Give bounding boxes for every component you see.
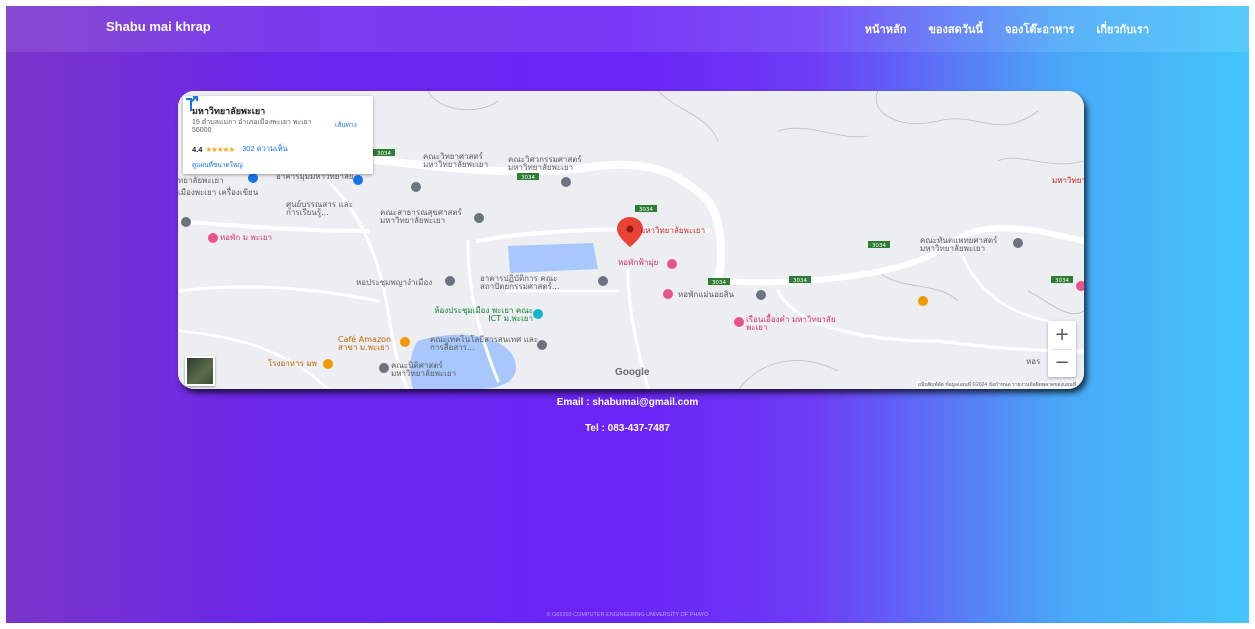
poi-label: หอพักฟ้ามุ่ย — [618, 258, 659, 267]
road-number-label: 3034 — [793, 278, 807, 284]
poi-label: คณะนิติศาสตร์ มหาวิทยาลัยพะเยา — [391, 361, 457, 378]
school-pin-icon — [445, 276, 455, 286]
zoom-in-button[interactable]: + — [1048, 321, 1076, 349]
poi-label: อาคารปฏิบัติการ คณะ สถาปัตยกรรมศาสตร์... — [480, 274, 560, 291]
poi-label: โรงอาหาร มพ — [268, 359, 317, 368]
school-pin-icon — [561, 177, 571, 187]
directions-label[interactable]: เส้นทาง — [335, 120, 357, 130]
poi-label: ห้องประชุมเมือง พะเยา คณะ ICT ม.พะเยา — [434, 306, 533, 323]
poi-label: คณะทันตแพทยศาสตร์ มหาวิทยาลัยพะเยา — [920, 236, 998, 253]
school-pin-icon — [411, 182, 421, 192]
lodging-pin-icon — [667, 259, 677, 269]
poi-label: คณะวิศวกรรมศาสตร์ มหาวิทยาลัยพะเยา — [508, 155, 582, 172]
school-pin-icon — [756, 290, 766, 300]
poi-label: หอพักแม่นอยสิน — [678, 290, 734, 299]
school-pin-icon — [474, 213, 484, 223]
road-number-label: 3034 — [639, 207, 653, 213]
road-number-label: 3034 — [1055, 278, 1069, 284]
embedded-map[interactable]: 3034 3034 3034 3034 3034 3034 3034 มหาวิ… — [178, 91, 1084, 389]
nav-link-fresh-today[interactable]: ของสดวันนี้ — [928, 20, 983, 38]
poi-label: คณะวิทยาศาสตร์ มหาวิทยาลัยพะเยา — [423, 152, 489, 169]
poi-label: หอร — [1026, 357, 1041, 366]
nav-links: หน้าหลัก ของสดวันนี้ จองโต๊ะอาหาร เกี่ยว… — [865, 20, 1149, 38]
road-number-label: 3034 — [521, 175, 535, 181]
nav-link-reserve-table[interactable]: จองโต๊ะอาหาร — [1005, 20, 1075, 38]
map-attribution[interactable]: แป้นพิมพ์ลัด ข้อมูลแผนที่ ©2024 ข้อกำหนด… — [915, 381, 1078, 389]
view-larger-map-link[interactable]: ดูแผนที่ขนาดใหญ่ — [192, 160, 243, 170]
poi-label: หอประชุมพญางำเมือง — [356, 278, 433, 287]
poi-label: คณะสาธารณสุขศาสตร์ มหาวิทยาลัยพะเยา — [380, 208, 462, 225]
navbar: Shabu mai khrap หน้าหลัก ของสดวันนี้ จอง… — [6, 6, 1249, 52]
place-name: มหาวิทยาลัยพะเยา — [192, 106, 266, 116]
contact-phone: Tel : 083-437-7487 — [585, 423, 670, 434]
zoom-out-button[interactable]: − — [1048, 349, 1076, 377]
google-logo: Google — [615, 367, 650, 378]
lake — [508, 243, 598, 273]
satellite-layer-toggle[interactable] — [185, 356, 215, 386]
lodging-pin-icon — [208, 233, 218, 243]
lodging-pin-icon — [734, 317, 744, 327]
road-number-label: 3034 — [872, 243, 886, 249]
store-pin-icon — [353, 175, 363, 185]
school-pin-icon — [181, 217, 191, 227]
poi-label: มหาวิทยาลัยพะเยา — [1052, 176, 1084, 185]
rating-row: 4.4 ★★★★★ 302 ความเห็น — [192, 143, 288, 155]
poi-label: อาคารมุมมหาวิทยาลัย — [276, 172, 354, 181]
directions-icon[interactable] — [183, 96, 199, 112]
restaurant-pin-icon — [323, 359, 333, 369]
store-pin-icon — [248, 173, 258, 183]
lodging-pin-icon — [663, 289, 673, 299]
poi-label: คณะเทคโนโลยีสารสนเทศ และการสื่อสาร... — [430, 335, 539, 352]
place-address: 19 ตำบลแม่กา อำเภอเมืองพะเยา พะเยา 56000 — [192, 119, 312, 134]
poi-label: หอพัก ม พะเยา — [220, 233, 273, 242]
poi-label: เมืองพะเยา เครื่องเขียน — [178, 188, 259, 197]
poi-label: เรือนเอื้องคำ มหาวิทยาลัยพะเยา — [746, 315, 836, 332]
page-background: Shabu mai khrap หน้าหลัก ของสดวันนี้ จอง… — [6, 6, 1249, 623]
main-marker-label: มหาวิทยาลัยพะเยา — [640, 226, 706, 235]
poi-label: ศูนย์บรรณสาร และการเรียนรู้... — [286, 200, 353, 217]
nav-link-home[interactable]: หน้าหลัก — [865, 20, 907, 38]
rating-value: 4.4 — [192, 144, 203, 154]
reviews-link[interactable]: 302 ความเห็น — [242, 143, 288, 155]
zoom-control: + − — [1048, 321, 1076, 377]
place-info-card: มหาวิทยาลัยพะเยา 19 ตำบลแม่กา อำเภอเมือง… — [183, 96, 373, 174]
contact-email: Email : shabumai@gmail.com — [556, 397, 699, 408]
poi-label: ทยาลัยพะเยา — [178, 176, 224, 185]
star-rating-icon: ★★★★★ — [205, 144, 235, 154]
road-number-label: 3034 — [377, 151, 391, 157]
brand-logo[interactable]: Shabu mai khrap — [106, 19, 211, 34]
nav-link-about[interactable]: เกี่ยวกับเรา — [1096, 20, 1149, 38]
venue-pin-icon — [533, 309, 543, 319]
poi-label: Café Amazon สาขา ม.พะเยา — [338, 335, 392, 352]
cafe-pin-icon — [918, 296, 928, 306]
road-number-label: 3034 — [712, 280, 726, 286]
footer-copyright: © G65203 COMPUTER ENGINEERING UNIVERSITY… — [546, 612, 709, 618]
school-pin-icon — [379, 363, 389, 373]
